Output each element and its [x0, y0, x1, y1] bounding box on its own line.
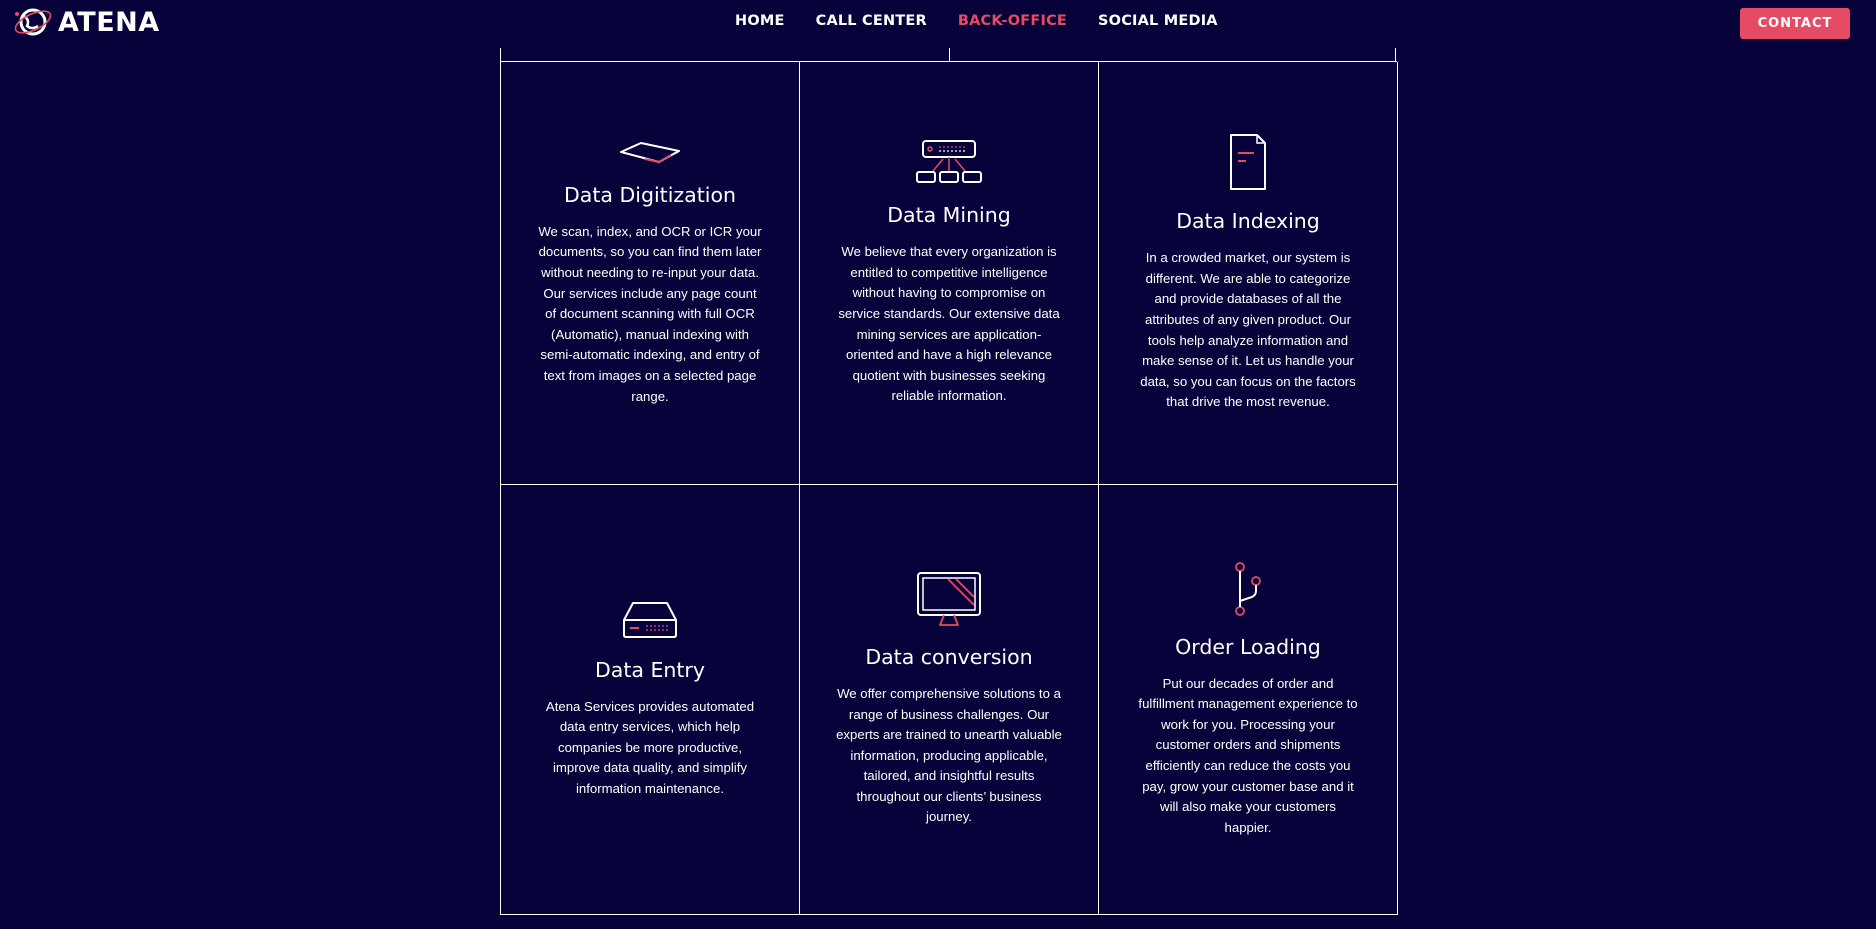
- service-description: In a crowded market, our system is diffe…: [1140, 250, 1356, 410]
- service-title: Data Digitization: [564, 182, 736, 207]
- service-description: Put our decades of order and fulfillment…: [1138, 675, 1358, 835]
- service-description: We offer comprehensive solutions to a ra…: [836, 685, 1062, 825]
- scanner-icon: [620, 141, 680, 163]
- service-title: Order Loading: [1175, 634, 1321, 659]
- service-title: Data conversion: [865, 644, 1033, 669]
- service-card-data-mining: Data Mining We believe that every organi…: [800, 62, 1099, 485]
- service-card-data-digitization: Data Digitization We scan, index, and OC…: [501, 62, 800, 485]
- services-grid: Data Digitization We scan, index, and OC…: [500, 61, 1398, 915]
- logo-text: ATENA: [58, 6, 160, 38]
- service-description: We scan, index, and OCR or ICR your docu…: [538, 223, 762, 404]
- service-card-data-entry: Data Entry Atena Services provides autom…: [501, 485, 800, 915]
- globe-logo-icon: [14, 8, 52, 36]
- nav-social-media[interactable]: SOCIAL MEDIA: [1098, 13, 1218, 29]
- nav-back-office[interactable]: BACK-OFFICE: [958, 13, 1067, 29]
- branch-icon: [1235, 561, 1261, 616]
- service-title: Data Mining: [887, 203, 1011, 228]
- main-nav: HOME CALL CENTER BACK-OFFICE SOCIAL MEDI…: [735, 13, 1249, 29]
- nav-home[interactable]: HOME: [735, 13, 785, 29]
- divider: [949, 48, 950, 61]
- page: ATENA HOME CALL CENTER BACK-OFFICE SOCIA…: [0, 0, 1876, 929]
- hard-drive-icon: [623, 601, 677, 638]
- service-card-order-loading: Order Loading Put our decades of order a…: [1099, 485, 1398, 915]
- logo[interactable]: ATENA: [12, 4, 160, 40]
- document-icon: [1230, 134, 1266, 191]
- network-icon: [916, 140, 982, 184]
- contact-button[interactable]: CONTACT: [1740, 8, 1850, 39]
- previous-section-border: [500, 48, 1396, 61]
- service-title: Data Indexing: [1176, 209, 1320, 234]
- service-card-data-conversion: Data conversion We offer comprehensive s…: [800, 485, 1099, 915]
- service-description: We believe that every organization is en…: [838, 244, 1060, 404]
- service-title: Data Entry: [594, 657, 705, 682]
- service-card-data-indexing: Data Indexing In a crowded market, our s…: [1099, 62, 1398, 485]
- service-description: Atena Services provides automated data e…: [545, 698, 755, 796]
- nav-call-center[interactable]: CALL CENTER: [816, 13, 927, 29]
- monitor-icon: [917, 571, 981, 626]
